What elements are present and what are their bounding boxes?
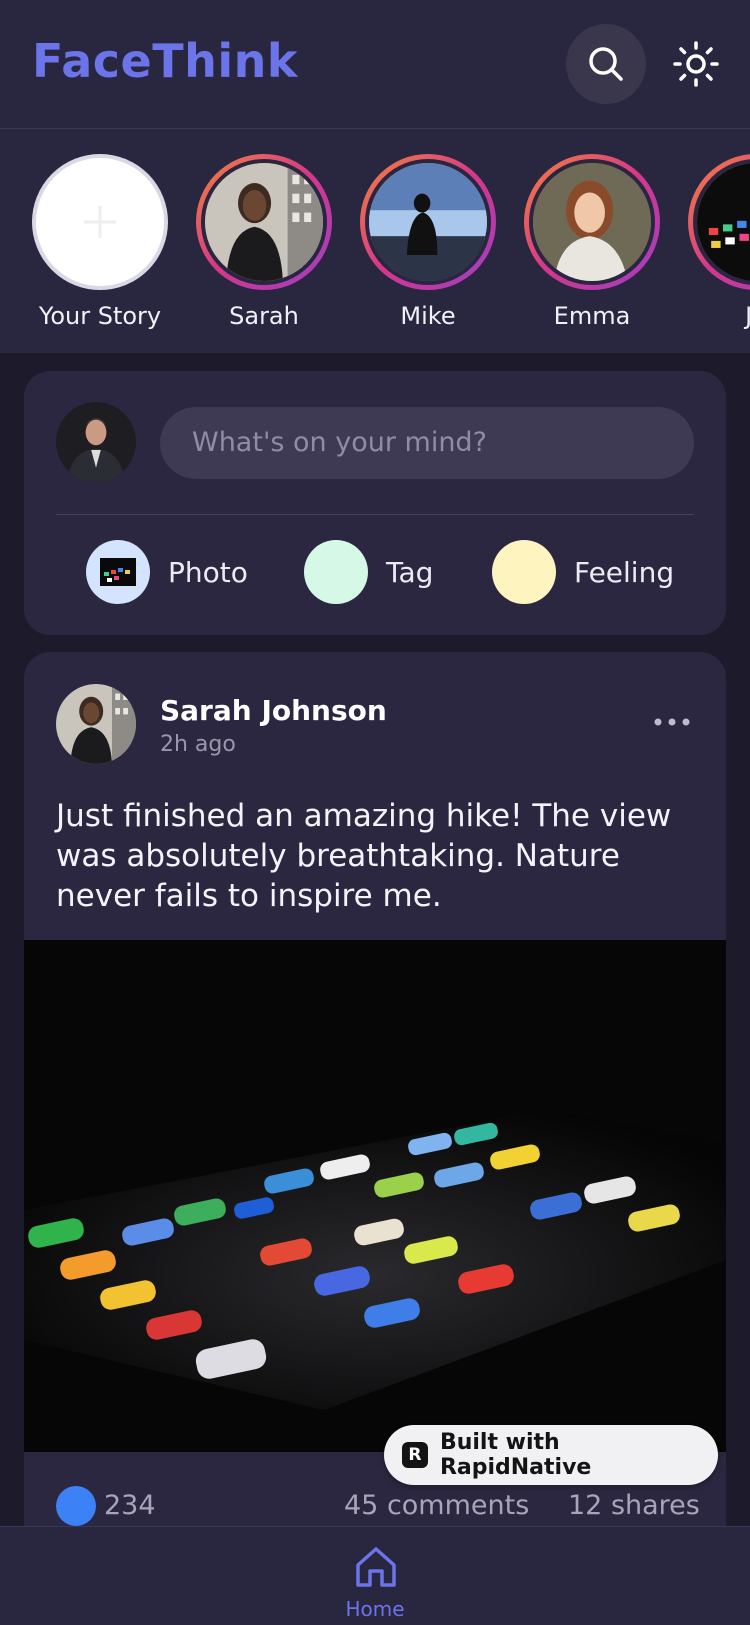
photo-button[interactable]: Photo [86, 539, 248, 605]
story-emma[interactable]: Emma [524, 154, 660, 330]
bottom-navigation: Home [0, 1526, 750, 1625]
divider [56, 514, 694, 515]
like-icon[interactable] [56, 1486, 96, 1526]
avatar [529, 159, 655, 285]
avatar [693, 159, 750, 285]
post-image[interactable] [24, 940, 726, 1452]
feeling-button[interactable]: Feeling [492, 539, 674, 605]
comment-count[interactable]: 45 comments [344, 1490, 529, 1521]
tag-icon [304, 540, 368, 604]
app-logo[interactable]: FaceThink [32, 34, 298, 88]
story-label: Sarah [229, 302, 299, 330]
avatar [365, 159, 491, 285]
avatar[interactable] [56, 402, 136, 482]
story-label: Your Story [38, 302, 162, 330]
tab-home[interactable]: Home [330, 1527, 420, 1625]
story-label: Mike [400, 302, 456, 330]
post-composer: What's on your mind? Photo Tag Feeling [24, 371, 726, 635]
feeling-label: Feeling [574, 555, 675, 589]
more-options-icon[interactable] [652, 714, 692, 730]
sun-icon [673, 41, 719, 87]
story-mike[interactable]: Mike [360, 154, 496, 330]
story-label: Jo [745, 302, 750, 330]
avatar[interactable] [56, 684, 136, 764]
story-label: Emma [553, 302, 631, 330]
status-input[interactable]: What's on your mind? [160, 407, 694, 479]
post-author[interactable]: Sarah Johnson [160, 694, 387, 727]
avatar [201, 159, 327, 285]
built-with-badge[interactable]: R Built with RapidNative [384, 1425, 718, 1485]
stories-row: Your Story Sarah Mike Emma J [0, 129, 750, 353]
share-count[interactable]: 12 shares [568, 1490, 700, 1521]
post-timestamp: 2h ago [160, 732, 236, 757]
feeling-icon [492, 540, 556, 604]
search-button[interactable] [566, 24, 646, 104]
photo-icon [86, 540, 150, 604]
post-card: Sarah Johnson 2h ago Just finished an am… [24, 652, 726, 1552]
tag-label: Tag [386, 555, 434, 589]
story-your-story[interactable]: Your Story [32, 154, 168, 330]
rapidnative-logo-icon: R [402, 1442, 428, 1468]
story-sarah[interactable]: Sarah [196, 154, 332, 330]
like-count[interactable]: 234 [104, 1490, 156, 1521]
tab-home-label: Home [345, 1597, 405, 1621]
badge-label: Built with RapidNative [439, 1430, 592, 1480]
photo-label: Photo [168, 555, 248, 589]
theme-toggle-button[interactable] [668, 36, 724, 92]
post-text: Just finished an amazing hike! The view … [56, 798, 672, 914]
tag-button[interactable]: Tag [304, 539, 433, 605]
story-jo[interactable]: Jo [688, 154, 750, 330]
home-icon [356, 1547, 396, 1587]
top-bar: FaceThink [0, 0, 750, 129]
add-story-button[interactable] [32, 154, 168, 290]
search-icon [589, 47, 623, 81]
plus-icon [84, 206, 116, 238]
